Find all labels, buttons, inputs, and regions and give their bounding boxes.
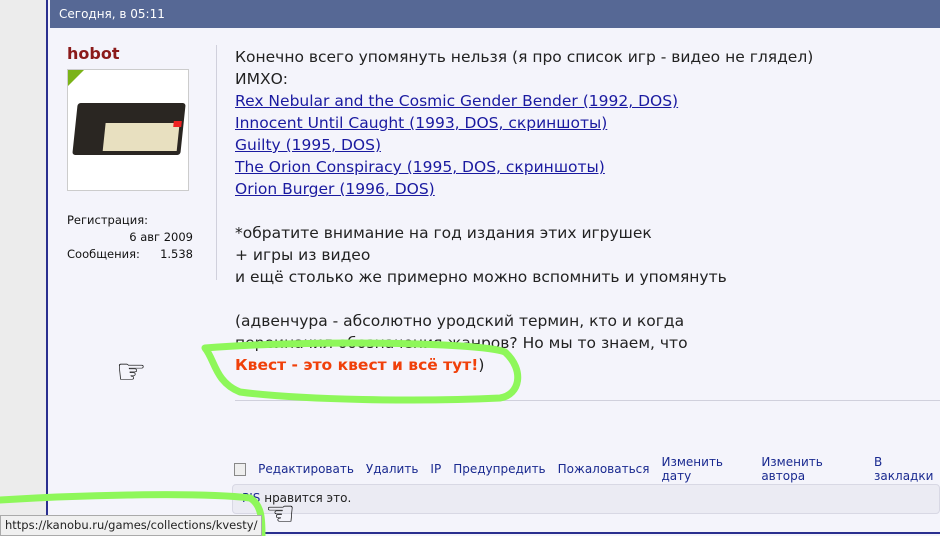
pointing-hand-icon: ☞	[116, 352, 147, 392]
highlight-circle	[201, 339, 522, 404]
status-bar-url: https://kanobu.ru/games/collections/kves…	[0, 515, 263, 536]
annotation-overlay	[0, 339, 522, 536]
pointing-hand-icon: ☜	[265, 494, 296, 534]
